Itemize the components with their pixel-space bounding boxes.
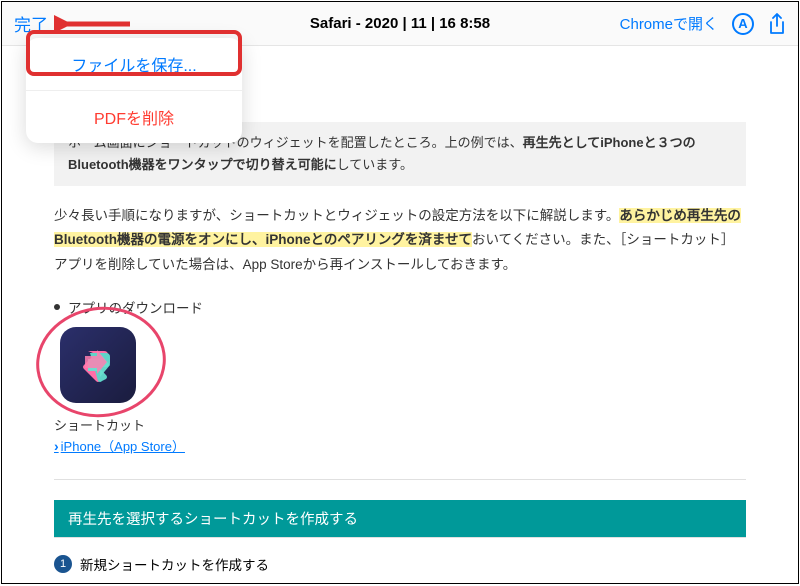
step-1: 1 新規ショートカットを作成する — [54, 554, 746, 574]
save-file-item[interactable]: ファイルを保存... — [26, 38, 242, 90]
shortcuts-app-icon — [60, 327, 136, 403]
page-title: Safari - 2020 | 11 | 16 8:58 — [310, 15, 490, 32]
download-heading: アプリのダウンロード — [54, 297, 746, 317]
app-store-link[interactable]: iPhone（App Store） — [54, 436, 746, 455]
delete-pdf-item[interactable]: PDFを削除 — [26, 90, 242, 143]
done-button[interactable]: 完了 — [14, 11, 48, 36]
open-in-chrome-button[interactable]: Chromeで開く — [620, 13, 718, 34]
bullet-icon — [54, 304, 60, 310]
step-number-badge: 1 — [54, 555, 72, 573]
action-dropdown: ファイルを保存... PDFを削除 — [26, 38, 242, 143]
intro-paragraph: 少々長い手順になりますが、ショートカットとウィジェットの設定方法を以下に解説しま… — [54, 204, 746, 277]
font-size-icon[interactable]: A — [732, 13, 754, 35]
share-icon[interactable] — [768, 13, 786, 35]
app-icon-block — [54, 327, 746, 403]
annotation-arrow — [54, 14, 134, 38]
app-name-label: ショートカット — [54, 415, 746, 434]
section-header: 再生先を選択するショートカットを作成する — [54, 500, 746, 537]
